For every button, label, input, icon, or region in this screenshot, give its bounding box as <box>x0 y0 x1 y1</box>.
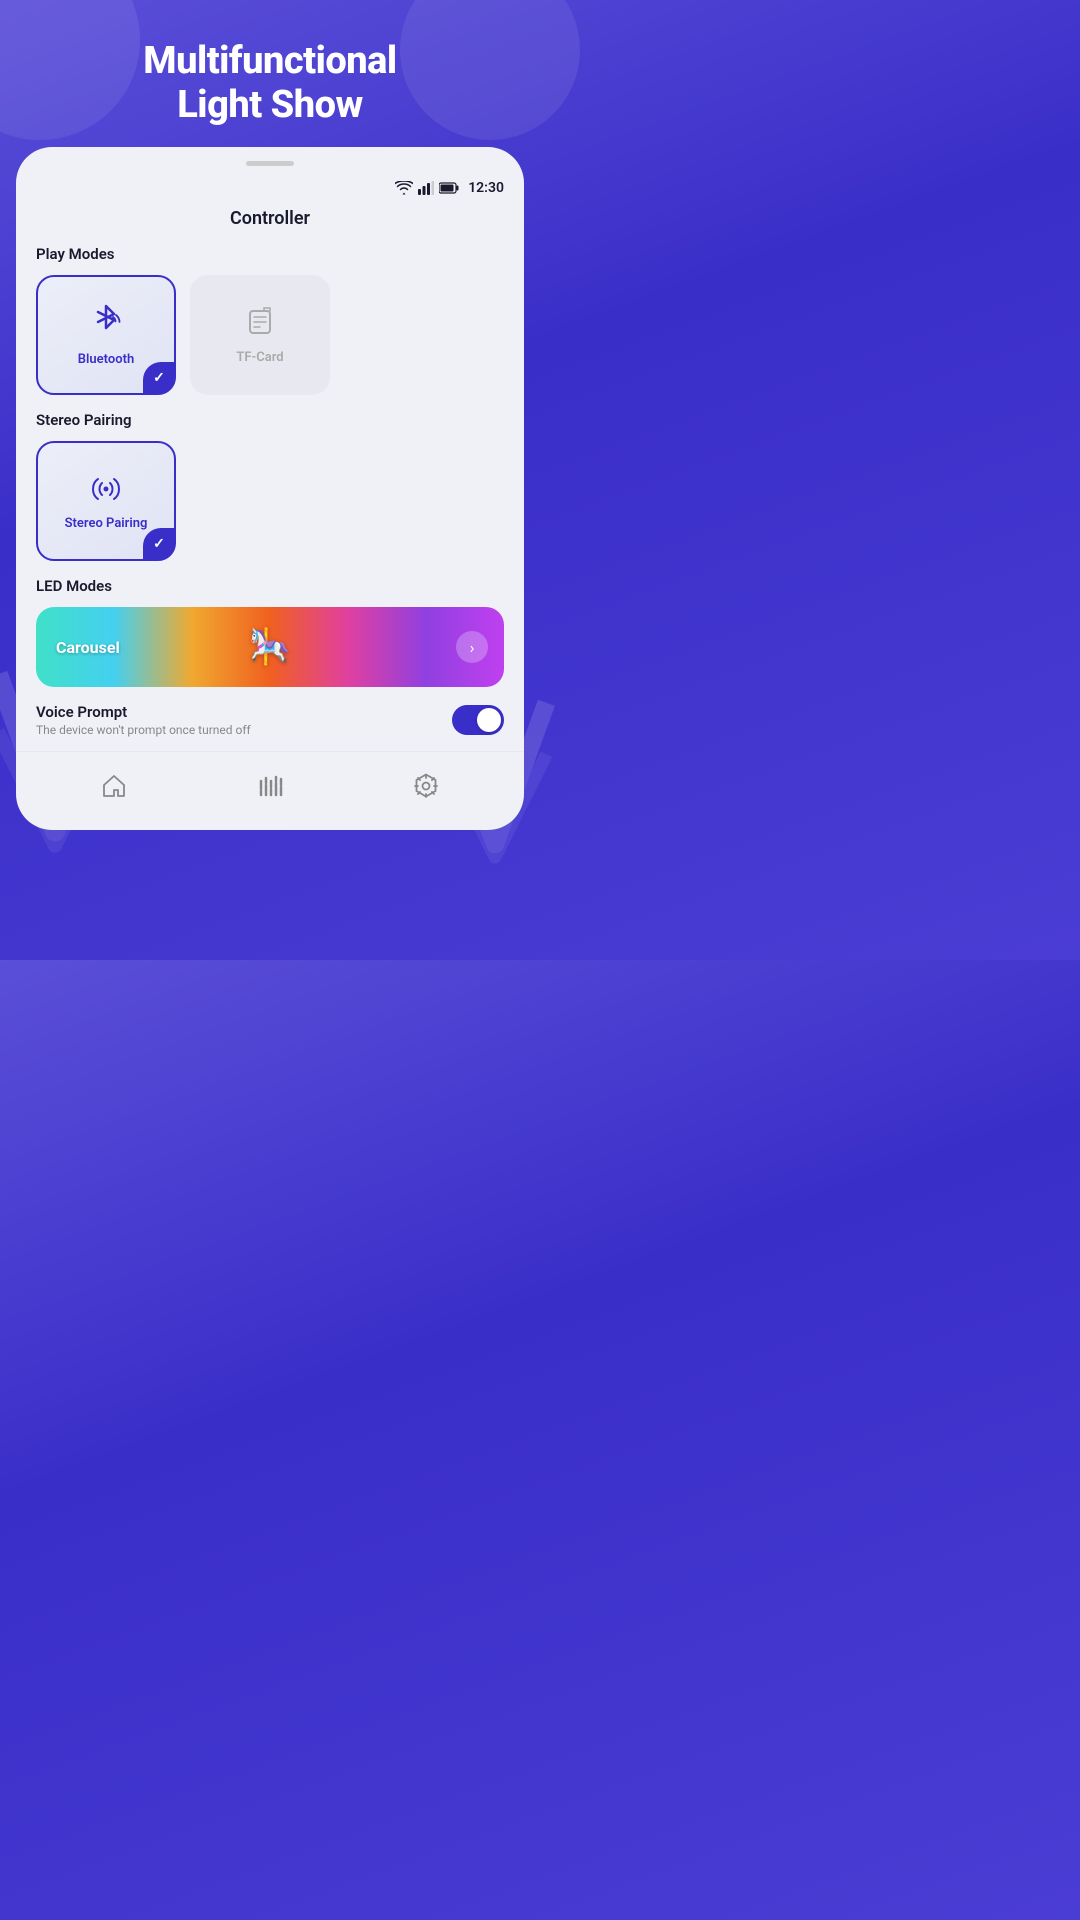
battery-icon <box>439 182 459 194</box>
drag-handle <box>246 161 294 166</box>
voice-prompt-text: Voice Prompt The device won't prompt onc… <box>36 703 251 737</box>
voice-prompt-label: Voice Prompt <box>36 703 251 721</box>
bluetooth-card[interactable]: Bluetooth ✓ <box>36 275 176 395</box>
equalizer-icon <box>257 773 283 799</box>
stereo-check: ✓ <box>143 528 175 560</box>
stereo-pairing-label: Stereo Pairing <box>36 411 504 429</box>
play-modes-section: Play Modes Bluetooth ✓ <box>16 245 524 411</box>
led-banner-label: Carousel <box>56 638 120 657</box>
stereo-pairing-section: Stereo Pairing Stereo Pairing ✓ <box>16 411 524 577</box>
arrow-right-icon: › <box>470 638 475 657</box>
bottom-nav <box>16 751 524 810</box>
tfcard-label: TF-Card <box>236 350 283 365</box>
play-modes-cards: Bluetooth ✓ TF-Card <box>36 275 504 395</box>
carousel-icon: 🎠 <box>249 627 291 667</box>
bluetooth-label: Bluetooth <box>78 352 134 367</box>
controller-title: Controller <box>16 200 524 245</box>
led-banner[interactable]: Carousel 🎠 › <box>36 607 504 687</box>
tfcard-icon <box>246 305 274 342</box>
tfcard-card[interactable]: TF-Card <box>190 275 330 395</box>
stereo-pairing-card[interactable]: Stereo Pairing ✓ <box>36 441 176 561</box>
nav-equalizer[interactable] <box>246 766 294 806</box>
stereo-card-label: Stereo Pairing <box>65 516 148 531</box>
nav-home[interactable] <box>90 766 138 806</box>
wifi-icon <box>395 181 413 195</box>
nav-settings[interactable] <box>402 766 450 806</box>
led-banner-arrow[interactable]: › <box>456 631 488 663</box>
status-bar: 12:30 <box>16 176 524 200</box>
voice-prompt-toggle[interactable] <box>452 705 504 735</box>
header-title-line2: Light Show <box>177 83 363 127</box>
stereo-icon <box>88 471 124 508</box>
led-modes-label: LED Modes <box>36 577 504 595</box>
bluetooth-check: ✓ <box>143 362 175 394</box>
voice-prompt-description: The device won't prompt once turned off <box>36 723 251 737</box>
home-icon <box>101 773 127 799</box>
phone-card: 12:30 Controller Play Modes Bluetooth <box>16 147 524 830</box>
voice-prompt-row: Voice Prompt The device won't prompt onc… <box>16 703 524 737</box>
play-modes-label: Play Modes <box>36 245 504 263</box>
settings-icon <box>413 773 439 799</box>
header-title-line1: Multifunctional <box>143 39 396 83</box>
status-icons: 12:30 <box>395 180 504 196</box>
toggle-knob <box>477 708 501 732</box>
led-modes-section: LED Modes Carousel 🎠 › <box>16 577 524 703</box>
signal-icon <box>418 181 434 195</box>
bluetooth-icon <box>91 303 121 344</box>
status-time: 12:30 <box>468 180 504 196</box>
